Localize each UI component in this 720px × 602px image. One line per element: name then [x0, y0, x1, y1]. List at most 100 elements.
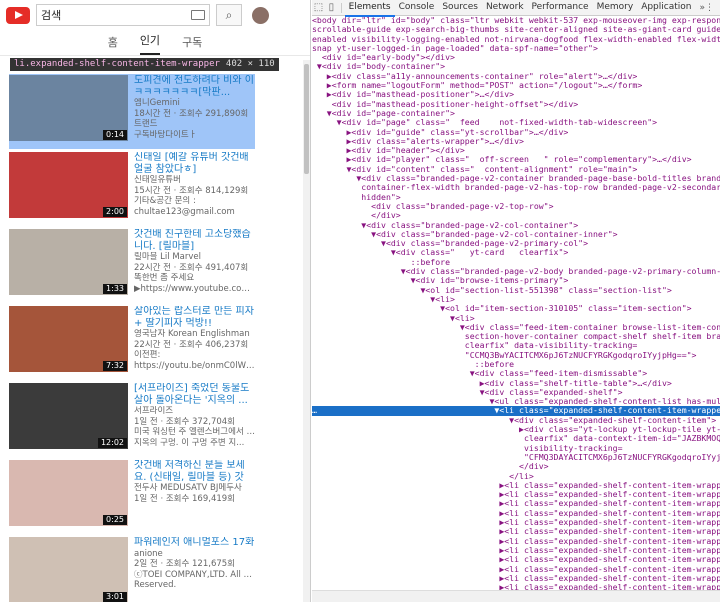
dom-node-line[interactable]: ▶<div class="yt-lockup yt-lockup-tile yt… — [312, 425, 720, 434]
dom-node-line[interactable]: ▼<div class="branded-page-v2-body brande… — [312, 267, 720, 276]
dom-node-line[interactable]: ▶<div id="player" class=" off-screen " r… — [312, 155, 720, 164]
video-thumbnail[interactable]: 2:00 — [9, 152, 128, 218]
video-thumbnail[interactable]: 0:25 — [9, 460, 128, 526]
video-channel[interactable]: 릴마블 Lil Marvel — [134, 252, 255, 263]
dom-node-line[interactable]: ▶<li class="expanded-shelf-content-item-… — [312, 499, 720, 508]
search-button[interactable]: ⌕ — [216, 4, 242, 26]
video-channel[interactable]: 엠니Gemini — [134, 98, 255, 109]
video-item[interactable]: 0:14 도피견에 전도하려다 비와 이ㅋㅋㅋㅋㅋㅋㅋ[막판... 엠니Gemini… — [9, 74, 255, 149]
video-channel[interactable]: 영국남자 Korean Englishman — [134, 329, 255, 340]
video-item[interactable]: 2:00 신태일 [예갈 유튜버 갓건배 얼굴 참았다ㅎ] 신태일유튜버 15시간 전… — [9, 151, 255, 226]
inspect-icon[interactable]: ⬚ — [312, 0, 325, 16]
dom-node-line[interactable]: ▼<div class="feed-item-container browse-… — [312, 323, 720, 332]
dom-node-line[interactable]: ::before — [312, 360, 720, 369]
devtools-tab-sources[interactable]: Sources — [438, 0, 482, 17]
devtools-tab-application[interactable]: Application — [637, 0, 695, 17]
dom-node-line[interactable]: ▼<div id="content" class=" content-align… — [312, 165, 720, 174]
video-title[interactable]: 살아있는 랍스터로 만든 피자 + 딸기피자 먹방!! — [134, 306, 255, 329]
video-channel[interactable]: 전두사 MEDUSATV BJ메두사 — [134, 483, 255, 494]
keyboard-icon[interactable] — [191, 10, 205, 20]
dom-node-line[interactable]: clearfix" data-visibility-tracking= — [312, 341, 720, 350]
dom-node-line[interactable]: ▶<div class="shelf-title-table">…</div> — [312, 379, 720, 388]
dom-node-line[interactable]: ▼<div id="browse-items-primary"> — [312, 276, 720, 285]
dom-node-line[interactable]: <div id="masthead-positioner-height-offs… — [312, 100, 720, 109]
dom-node-line[interactable]: ▶<li class="expanded-shelf-content-item-… — [312, 565, 720, 574]
dom-node-line[interactable]: ▼<div class=" yt-card clearfix"> — [312, 248, 720, 257]
dom-node-line[interactable]: ▶<div id="masthead-positioner">…</div> — [312, 90, 720, 99]
dom-node-line[interactable]: ▼<ol id="section-list-551398" class="sec… — [312, 286, 720, 295]
dom-node-line[interactable]: </div> — [312, 462, 720, 471]
dom-node-line[interactable]: ▼<ol id="item-section-310105" class="ite… — [312, 304, 720, 313]
kebab-menu-icon[interactable]: ⋮ — [705, 3, 720, 13]
dom-node-line[interactable]: scrollable-guide exp-search-big-thumbs s… — [312, 25, 720, 34]
video-title[interactable]: 갓건배 친구한테 고소당했습니다. [릴마블] — [134, 229, 255, 252]
devtools-tab-elements[interactable]: Elements — [344, 0, 395, 17]
dom-node-line[interactable]: <div id="early-body"></div> — [312, 53, 720, 62]
dom-node-line[interactable]: ▶<div id="header"></div> — [312, 146, 720, 155]
tab-trending[interactable]: 인기 — [139, 32, 161, 55]
devtools-tab-network[interactable]: Network — [482, 0, 528, 17]
video-title[interactable]: 갓건배 저격하신 분들 보세요. (신태일, 릴마블 등) 갓 — [134, 460, 255, 483]
video-item[interactable]: 3:01 파워레인저 애니멀포스 17화 anione 2일 전 · 조회수 121,… — [9, 536, 255, 602]
dom-node-line[interactable]: </div> — [312, 211, 720, 220]
video-title[interactable]: 도피견에 전도하려다 비와 이ㅋㅋㅋㅋㅋㅋㅋ[막판... — [134, 75, 255, 98]
dom-node-line[interactable]: ▶<li class="expanded-shelf-content-item-… — [312, 518, 720, 527]
dom-node-line[interactable]: ▼<div class="branded-page-v2-col-contain… — [312, 221, 720, 230]
dom-node-line[interactable]: ▼<div id="body-container"> — [312, 62, 720, 71]
video-thumbnail[interactable]: 3:01 — [9, 537, 128, 602]
page-scrollbar-thumb[interactable] — [304, 64, 309, 174]
dom-node-line[interactable]: ▶<li class="expanded-shelf-content-item-… — [312, 481, 720, 490]
dom-node-line[interactable]: ▶<div class="a11y-announcements-containe… — [312, 72, 720, 81]
dom-node-line[interactable]: ▶<li class="expanded-shelf-content-item-… — [312, 509, 720, 518]
dom-node-line[interactable]: ▼<div class="branded-page-v2-primary-col… — [312, 239, 720, 248]
search-input[interactable]: 검색 — [36, 4, 210, 26]
video-item[interactable]: 0:25 갓건배 저격하신 분들 보세요. (신태일, 릴마블 등) 갓 전두사 M… — [9, 459, 255, 534]
video-title[interactable]: [서프라이즈] 죽었던 동물도 살아 돌아온다는 '지옥의 ... — [134, 383, 255, 406]
video-title[interactable]: 신태일 [예갈 유튜버 갓건배 얼굴 참았다ㅎ] — [134, 152, 255, 175]
video-title[interactable]: 파워레인저 애니멀포스 17화 — [134, 537, 255, 549]
dom-node-line[interactable]: ▼<div id="page" class=" feed not-fixed-w… — [312, 118, 720, 127]
dom-node-line[interactable]: <div class="branded-page-v2-top-row"> — [312, 202, 720, 211]
dom-node-line[interactable]: ▶<li class="expanded-shelf-content-item-… — [312, 555, 720, 564]
video-channel[interactable]: 서프라이즈 — [134, 406, 255, 417]
search-text[interactable]: 검색 — [41, 7, 191, 23]
devtools-tab-performance[interactable]: Performance — [528, 0, 593, 17]
dom-node-line[interactable]: ▼<div class="expanded-shelf-content-item… — [312, 416, 720, 425]
video-thumbnail[interactable]: 7:32 — [9, 306, 128, 372]
video-thumbnail[interactable]: 1:33 — [9, 229, 128, 295]
dom-node-line[interactable]: enabled visibility-logging-enabled not-n… — [312, 35, 720, 44]
dom-node-line[interactable]: <body dir="ltr" id="body" class="ltr web… — [312, 16, 720, 25]
dom-node-line[interactable]: ::before — [312, 258, 720, 267]
dom-node-line[interactable]: hidden"> — [312, 193, 720, 202]
dom-node-line[interactable]: ▼<li> — [312, 295, 720, 304]
device-toggle-icon[interactable]: ▯ — [325, 0, 338, 16]
dom-node-line[interactable]: clearfix" data-context-item-id="JAZBKMOQ… — [312, 434, 720, 443]
video-thumbnail[interactable]: 12:02 — [9, 383, 128, 449]
selected-dom-node[interactable]: … ▼<li class="expanded-shelf-content-ite… — [312, 406, 720, 416]
video-item[interactable]: 1:33 갓건배 친구한테 고소당했습니다. [릴마블] 릴마블 Lil Marve… — [9, 228, 255, 303]
video-channel[interactable]: anione — [134, 549, 255, 560]
dom-node-line[interactable]: snap yt-user-logged-in page-loaded" data… — [312, 44, 720, 53]
video-item[interactable]: 7:32 살아있는 랍스터로 만든 피자 + 딸기피자 먹방!! 영국남자 Kore… — [9, 305, 255, 380]
youtube-logo-icon[interactable] — [6, 6, 30, 24]
dom-node-line[interactable]: ▶<div class="alerts-wrapper">…</div> — [312, 137, 720, 146]
dom-node-line[interactable]: ▶<li class="expanded-shelf-content-item-… — [312, 537, 720, 546]
dom-node-line[interactable]: </li> — [312, 472, 720, 481]
dom-node-line[interactable]: ▶<li class="expanded-shelf-content-item-… — [312, 574, 720, 583]
tab-home[interactable]: 홈 — [108, 34, 118, 55]
tab-subscriptions[interactable]: 구독 — [182, 34, 202, 55]
dom-node-line[interactable]: ▼<div class="branded-page-v2-col-contain… — [312, 230, 720, 239]
dom-node-line[interactable]: visibility-tracking= — [312, 444, 720, 453]
dom-node-line[interactable]: ▶<li class="expanded-shelf-content-item-… — [312, 546, 720, 555]
video-channel[interactable]: 신태일유튜버 — [134, 175, 255, 186]
dom-node-line[interactable]: ▶<form name="logoutForm" method="POST" a… — [312, 81, 720, 90]
dom-node-line[interactable]: ▼<ul class="expanded-shelf-content-list … — [312, 397, 720, 406]
dom-node-line[interactable]: "CFMQ3DAYACITCMX6pJ6TzNUCFYRGKgodqroIYyj… — [312, 453, 720, 462]
avatar[interactable] — [252, 6, 269, 24]
video-thumbnail[interactable]: 0:14 — [9, 75, 128, 141]
dom-node-line[interactable]: "CCMQ3BwYACITCMX6pJ6TzNUCFYRGKgodqroIYyj… — [312, 351, 720, 360]
devtools-tab-memory[interactable]: Memory — [593, 0, 638, 17]
dom-node-line[interactable]: ▼<div class="branded-page-v2-container b… — [312, 174, 720, 183]
dom-node-line[interactable]: ▼<div class="expanded-shelf"> — [312, 388, 720, 397]
dom-node-line[interactable]: ▼<div class="feed-item-dismissable"> — [312, 369, 720, 378]
